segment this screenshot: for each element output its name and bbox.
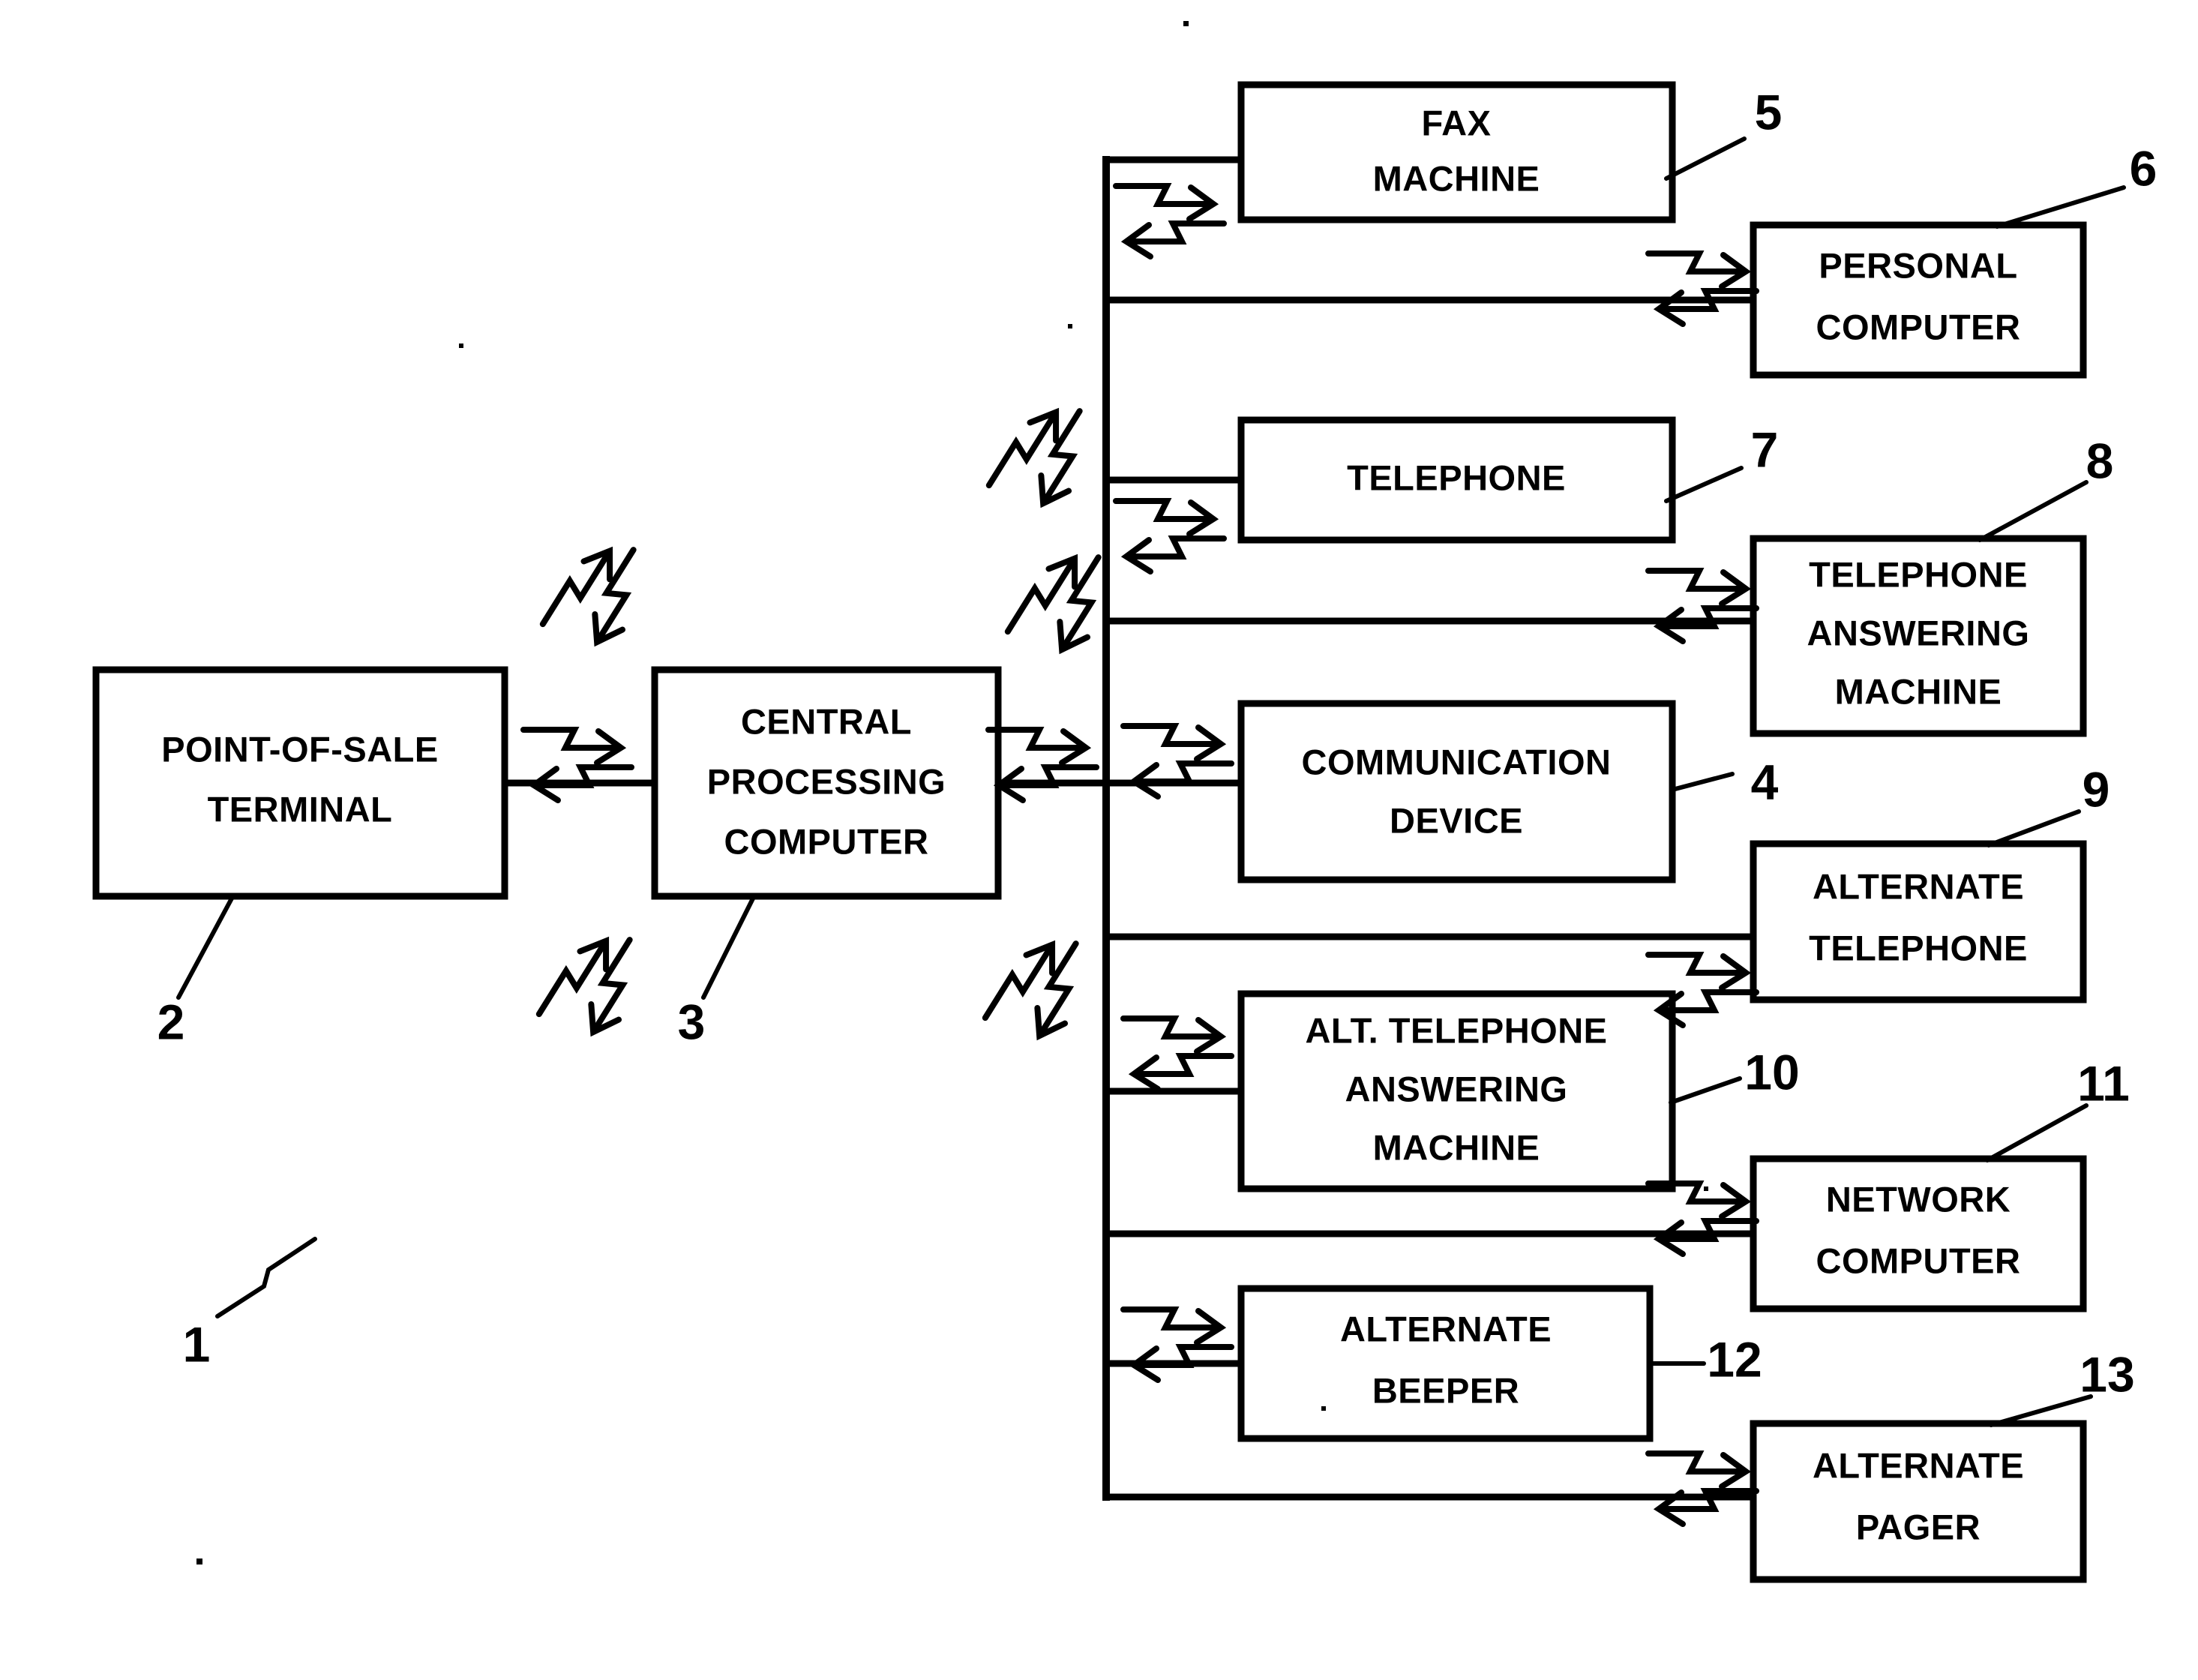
leader-line-4 bbox=[1670, 772, 1735, 792]
block-alternate-telephone[interactable]: ALTERNATE TELEPHONE bbox=[1750, 840, 2087, 1004]
block-alternate-telephone-line-1: TELEPHONE bbox=[1809, 928, 2028, 968]
wireless-bolt-icon-alternate-beeper bbox=[1123, 1310, 1231, 1380]
wireless-bolt-icon-network-computer bbox=[1648, 1184, 1756, 1254]
wireless-bolt-icon-personal-computer bbox=[1648, 254, 1756, 324]
block-central-processing-computer-line-1: PROCESSING bbox=[707, 761, 946, 801]
boxes-group: POINT-OF-SALE TERMINAL CENTRAL PROCESSIN… bbox=[92, 81, 2087, 1583]
block-alternate-telephone-line-0: ALTERNATE bbox=[1813, 866, 2024, 906]
reference-numeral-3: 3 bbox=[678, 994, 706, 1049]
scan-speck bbox=[196, 1558, 202, 1564]
leader-line-5 bbox=[1664, 136, 1747, 181]
leader-line-11 bbox=[1985, 1103, 2089, 1162]
block-alt-telephone-answering-machine-line-1: ANSWERING bbox=[1345, 1069, 1568, 1108]
block-alternate-pager-line-1: PAGER bbox=[1856, 1507, 1981, 1546]
block-alternate-pager[interactable]: ALTERNATE PAGER bbox=[1750, 1420, 2087, 1583]
block-communication-device[interactable]: COMMUNICATION DEVICE bbox=[1237, 700, 1676, 884]
reference-numeral-6: 6 bbox=[2130, 140, 2158, 196]
block-network-computer[interactable]: NETWORK COMPUTER bbox=[1750, 1155, 2087, 1312]
block-telephone[interactable]: TELEPHONE bbox=[1237, 416, 1676, 544]
wireless-bolt-icon-diagonal-bus-upper bbox=[989, 392, 1108, 523]
scan-speck bbox=[1704, 1186, 1708, 1191]
block-communication-device-rect[interactable] bbox=[1237, 700, 1676, 884]
block-alt-telephone-answering-machine-line-0: ALT. TELEPHONE bbox=[1305, 1010, 1607, 1050]
leader-line-8 bbox=[1978, 480, 2089, 542]
wireless-bolt-icon-pos-cpc bbox=[523, 730, 631, 800]
reference-numeral-9: 9 bbox=[2083, 761, 2110, 817]
wireless-bolt-icon-alternate-pager bbox=[1648, 1454, 1756, 1524]
block-pos-terminal[interactable]: POINT-OF-SALE TERMINAL bbox=[92, 666, 508, 900]
reference-numeral-5: 5 bbox=[1755, 84, 1783, 140]
wireless-bolt-icon-alternate-telephone bbox=[1648, 955, 1756, 1025]
block-central-processing-computer-line-2: COMPUTER bbox=[724, 821, 929, 861]
block-telephone-answering-machine-line-2: MACHINE bbox=[1835, 671, 2002, 711]
block-fax-machine-line-1: MACHINE bbox=[1373, 158, 1540, 198]
patent-figure-root: POINT-OF-SALE TERMINAL CENTRAL PROCESSIN… bbox=[0, 0, 2198, 1680]
block-alternate-beeper-line-1: BEEPER bbox=[1372, 1370, 1519, 1410]
block-alt-telephone-answering-machine[interactable]: ALT. TELEPHONE ANSWERING MACHINE bbox=[1237, 990, 1676, 1192]
block-alt-telephone-answering-machine-line-2: MACHINE bbox=[1373, 1127, 1540, 1167]
wireless-bolt-icon-telephone-answering-machine bbox=[1648, 571, 1756, 641]
reference-numeral-1: 1 bbox=[183, 1316, 211, 1372]
reference-numeral-11: 11 bbox=[2077, 1055, 2130, 1111]
block-telephone-answering-machine-line-0: TELEPHONE bbox=[1809, 554, 2028, 594]
wireless-bolt-icon-alt-telephone-answering-machine bbox=[1123, 1018, 1231, 1089]
block-telephone-answering-machine[interactable]: TELEPHONE ANSWERING MACHINE bbox=[1750, 535, 2087, 737]
block-diagram-canvas: POINT-OF-SALE TERMINAL CENTRAL PROCESSIN… bbox=[92, 21, 2158, 1583]
leader-line-3 bbox=[701, 895, 756, 1000]
block-alternate-beeper-line-0: ALTERNATE bbox=[1340, 1309, 1552, 1348]
reference-numeral-4: 4 bbox=[1751, 754, 1779, 809]
block-communication-device-line-0: COMMUNICATION bbox=[1302, 742, 1612, 782]
block-alternate-beeper[interactable]: ALTERNATE BEEPER bbox=[1237, 1285, 1654, 1442]
block-fax-machine-line-0: FAX bbox=[1422, 103, 1492, 142]
block-fax-machine[interactable]: FAX MACHINE bbox=[1237, 81, 1676, 224]
scan-speck bbox=[1321, 1406, 1326, 1411]
scan-speck bbox=[1068, 324, 1072, 328]
block-communication-device-line-1: DEVICE bbox=[1390, 800, 1523, 840]
block-telephone-line-0: TELEPHONE bbox=[1347, 458, 1566, 497]
block-telephone-answering-machine-line-1: ANSWERING bbox=[1807, 613, 2030, 652]
wireless-bolt-icon-diagonal-bus-below bbox=[985, 924, 1104, 1055]
reference-numeral-12: 12 bbox=[1707, 1331, 1762, 1387]
block-personal-computer[interactable]: PERSONAL COMPUTER bbox=[1750, 221, 2087, 379]
leader-line-2 bbox=[176, 895, 235, 1000]
reference-numeral-7: 7 bbox=[1751, 422, 1779, 477]
block-network-computer-line-0: NETWORK bbox=[1826, 1179, 2011, 1219]
leader-line-9 bbox=[1987, 809, 2081, 848]
block-network-computer-line-1: COMPUTER bbox=[1816, 1240, 2021, 1280]
block-pos-terminal-rect[interactable] bbox=[92, 666, 508, 900]
leader-line-10 bbox=[1669, 1076, 1742, 1105]
reference-numeral-8: 8 bbox=[2086, 433, 2114, 488]
wireless-bolt-icon-telephone bbox=[1116, 501, 1224, 572]
leader-line-1 bbox=[215, 1237, 317, 1318]
block-pos-terminal-line-1: TERMINAL bbox=[208, 789, 393, 829]
block-central-processing-computer-line-0: CENTRAL bbox=[741, 701, 912, 741]
leader-line-7 bbox=[1664, 466, 1744, 503]
scan-speck bbox=[459, 344, 463, 348]
reference-numeral-10: 10 bbox=[1744, 1044, 1799, 1100]
scan-speck bbox=[1183, 21, 1189, 26]
block-alternate-pager-line-0: ALTERNATE bbox=[1813, 1445, 2024, 1485]
reference-numeral-13: 13 bbox=[2080, 1346, 2134, 1402]
wireless-bolt-icon-diagonal-below-cpc bbox=[539, 920, 658, 1052]
wireless-bolt-icon-cpc-bus bbox=[988, 730, 1096, 800]
wireless-bolt-icon-fax-machine bbox=[1116, 186, 1224, 256]
block-personal-computer-line-0: PERSONAL bbox=[1819, 245, 2017, 285]
leader-line-6 bbox=[1995, 185, 2126, 229]
reference-numeral-2: 2 bbox=[157, 994, 185, 1049]
block-personal-computer-line-1: COMPUTER bbox=[1816, 307, 2021, 346]
wireless-bolt-icon-diagonal-above-cpc bbox=[543, 530, 661, 662]
block-central-processing-computer[interactable]: CENTRAL PROCESSING COMPUTER bbox=[651, 666, 1002, 900]
block-pos-terminal-line-0: POINT-OF-SALE bbox=[161, 729, 438, 769]
